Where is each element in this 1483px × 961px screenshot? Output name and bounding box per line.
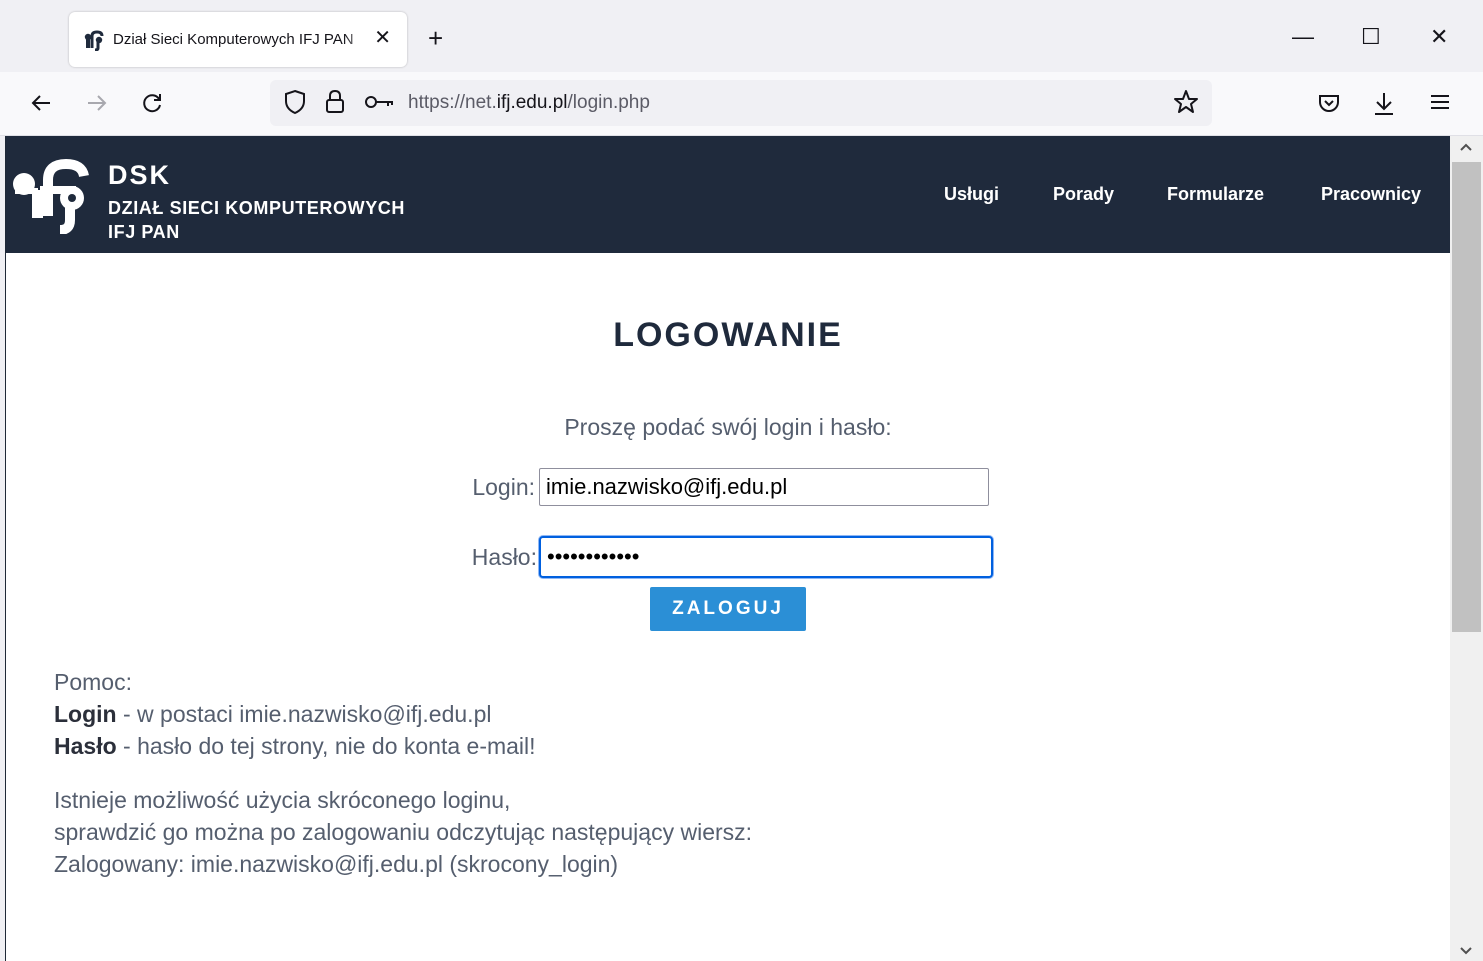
url-bar[interactable]: https://net.ifj.edu.pl/login.php	[270, 80, 1212, 126]
site-header: DSK DZIAŁ SIECI KOMPUTEROWYCH IFJ PAN Us…	[6, 136, 1450, 253]
web-page: DSK DZIAŁ SIECI KOMPUTEROWYCH IFJ PAN Us…	[6, 136, 1450, 961]
url-domain: ifj.edu.pl	[496, 92, 568, 113]
key-icon[interactable]	[364, 90, 396, 114]
scroll-up-icon[interactable]	[1459, 142, 1473, 152]
help-section: Pomoc: Login - w postaci imie.nazwisko@i…	[54, 666, 752, 880]
url-prefix: https://net.	[408, 92, 497, 113]
forward-arrow-icon[interactable]	[84, 90, 110, 116]
tab-title: Dział Sieci Komputerowych IFJ PAN	[113, 31, 354, 48]
help-note-2: sprawdzić go można po zalogowaniu odczyt…	[54, 819, 753, 845]
login-input[interactable]	[539, 468, 989, 506]
password-input[interactable]	[539, 536, 993, 578]
help-title: Pomoc:	[54, 669, 132, 695]
help-password-line: Hasło - hasło do tej strony, nie do kont…	[54, 730, 752, 762]
maximize-button[interactable]: ☐	[1361, 22, 1381, 52]
pocket-icon[interactable]	[1316, 90, 1342, 116]
help-login-desc: - w postaci imie.nazwisko@ifj.edu.pl	[116, 701, 492, 727]
help-note-1: Istnieje możliwość użycia skróconego log…	[54, 787, 511, 813]
star-icon[interactable]	[1172, 88, 1200, 116]
help-note-3: Zalogowany: imie.nazwisko@ifj.edu.pl (sk…	[54, 851, 619, 877]
url-path: /login.php	[567, 92, 650, 113]
scrollbar-thumb[interactable]	[1452, 162, 1481, 632]
close-window-button[interactable]: ✕	[1430, 22, 1448, 52]
tab-close-icon[interactable]: ✕	[374, 26, 391, 50]
scroll-down-icon[interactable]	[1459, 946, 1473, 956]
navigation-toolbar: https://net.ifj.edu.pl/login.php	[0, 72, 1483, 136]
brand-title[interactable]: DSK	[108, 160, 171, 191]
brand-line-2: IFJ PAN	[108, 222, 180, 242]
lock-icon[interactable]	[324, 88, 346, 116]
help-login-term: Login	[54, 701, 117, 727]
nav-uslugi[interactable]: Usługi	[944, 184, 999, 205]
password-label: Hasło:	[471, 544, 537, 570]
brand-subtitle: DZIAŁ SIECI KOMPUTEROWYCH IFJ PAN	[108, 196, 405, 244]
tab-strip: Dział Sieci Komputerowych IFJ PAN ✕ + — …	[0, 0, 1483, 72]
ifj-logo-icon[interactable]	[10, 158, 96, 234]
login-submit-button[interactable]: ZALOGUJ	[650, 587, 806, 631]
brand-line-1: DZIAŁ SIECI KOMPUTEROWYCH	[108, 198, 405, 218]
minimize-button[interactable]: —	[1292, 22, 1314, 52]
help-login-line: Login - w postaci imie.nazwisko@ifj.edu.…	[54, 698, 752, 730]
url-text[interactable]: https://net.ifj.edu.pl/login.php	[408, 92, 650, 114]
page-scrollbar[interactable]	[1450, 136, 1483, 961]
reload-icon[interactable]	[139, 90, 165, 116]
help-spacer	[54, 762, 752, 784]
help-password-term: Hasło	[54, 733, 117, 759]
new-tab-button[interactable]: +	[428, 24, 443, 52]
back-arrow-icon[interactable]	[28, 90, 54, 116]
ifj-favicon-icon	[84, 29, 104, 51]
download-icon[interactable]	[1371, 90, 1397, 118]
nav-formularze[interactable]: Formularze	[1167, 184, 1264, 205]
nav-pracownicy[interactable]: Pracownicy	[1321, 184, 1421, 205]
page-title: LOGOWANIE	[613, 316, 843, 354]
nav-porady[interactable]: Porady	[1053, 184, 1114, 205]
browser-tab[interactable]: Dział Sieci Komputerowych IFJ PAN ✕	[69, 12, 407, 67]
shield-icon[interactable]	[282, 88, 308, 116]
login-label: Login:	[472, 474, 535, 500]
menu-icon[interactable]	[1428, 90, 1452, 114]
login-prompt: Proszę podać swój login i hasło:	[564, 414, 892, 440]
help-password-desc: - hasło do tej strony, nie do konta e-ma…	[116, 733, 536, 759]
